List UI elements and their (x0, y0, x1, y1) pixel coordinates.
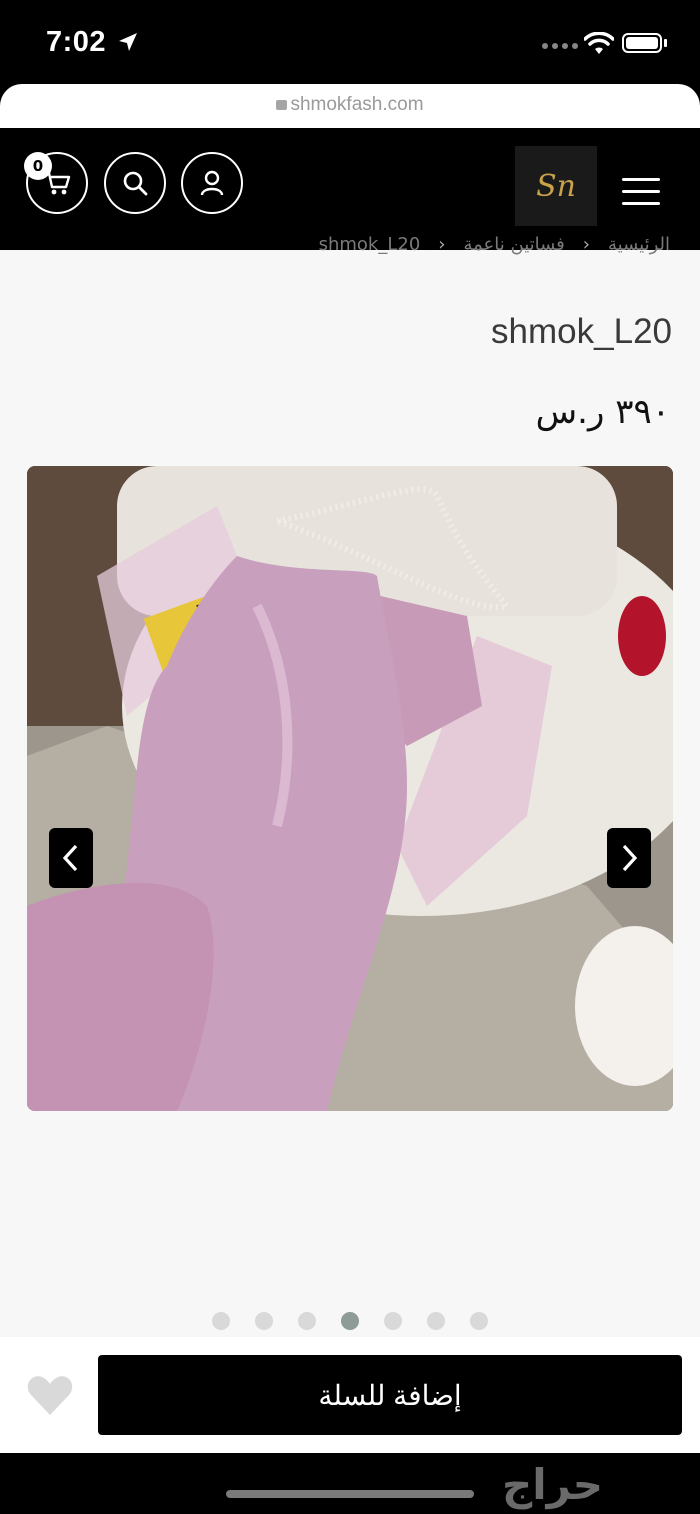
product-page: الرئيسية ‹ فساتين ناعمة ‹ shmok_L20 shmok_L2… (0, 234, 700, 1337)
carousel-dot[interactable] (427, 1312, 445, 1330)
carousel-dot[interactable] (298, 1312, 316, 1330)
chevron-left-icon (62, 844, 78, 872)
watermark-text: حراج (502, 1460, 604, 1509)
logo-text: Sn (536, 168, 576, 204)
wifi-icon (584, 32, 614, 54)
breadcrumb-current: shmok_L20 (318, 234, 421, 255)
breadcrumb-category[interactable]: فساتين ناعمة (463, 234, 564, 255)
clock: 7:02 (46, 26, 107, 58)
location-arrow-icon (119, 33, 137, 51)
product-title: shmok_L20 (491, 312, 672, 351)
product-image-carousel[interactable] (27, 466, 673, 1111)
url-field[interactable]: shmokfash.com (0, 94, 700, 116)
site-header: Sn (0, 128, 700, 250)
chevron-icon: ‹ (438, 234, 446, 255)
heart-icon[interactable] (26, 1373, 74, 1417)
battery-icon (622, 33, 662, 53)
chevron-right-icon (622, 844, 638, 872)
user-icon (200, 170, 224, 196)
add-to-cart-button[interactable]: إضافة للسلة (98, 1355, 682, 1435)
hamburger-menu-button[interactable] (622, 178, 660, 206)
battery-tip (664, 39, 667, 47)
carousel-dot[interactable] (341, 1312, 359, 1330)
carousel-next-button[interactable] (607, 828, 651, 888)
browser-url-bar[interactable]: shmokfash.com (0, 84, 700, 128)
url-text: shmokfash.com (290, 94, 424, 115)
breadcrumb: الرئيسية ‹ فساتين ناعمة ‹ shmok_L20 (0, 234, 700, 262)
status-bar: 7:02 (0, 0, 700, 86)
product-photo (27, 466, 673, 1111)
site-logo[interactable]: Sn (515, 146, 597, 226)
carousel-dot[interactable] (212, 1312, 230, 1330)
purchase-bar: إضافة للسلة (0, 1337, 700, 1453)
carousel-prev-button[interactable] (49, 828, 93, 888)
carousel-dot[interactable] (384, 1312, 402, 1330)
account-button[interactable] (181, 152, 243, 214)
carousel-pagination (0, 1312, 700, 1330)
cart-count-badge: 0 (24, 152, 52, 180)
search-button[interactable] (104, 152, 166, 214)
carousel-dot[interactable] (255, 1312, 273, 1330)
breadcrumb-home[interactable]: الرئيسية (608, 234, 670, 255)
lock-icon (276, 100, 288, 110)
search-icon (123, 171, 148, 196)
home-indicator[interactable] (226, 1490, 474, 1498)
carousel-dot[interactable] (470, 1312, 488, 1330)
product-price: ٣٩٠ ر.س (535, 392, 670, 432)
cellular-signal-icon (542, 43, 578, 49)
chevron-icon: ‹ (582, 234, 590, 255)
